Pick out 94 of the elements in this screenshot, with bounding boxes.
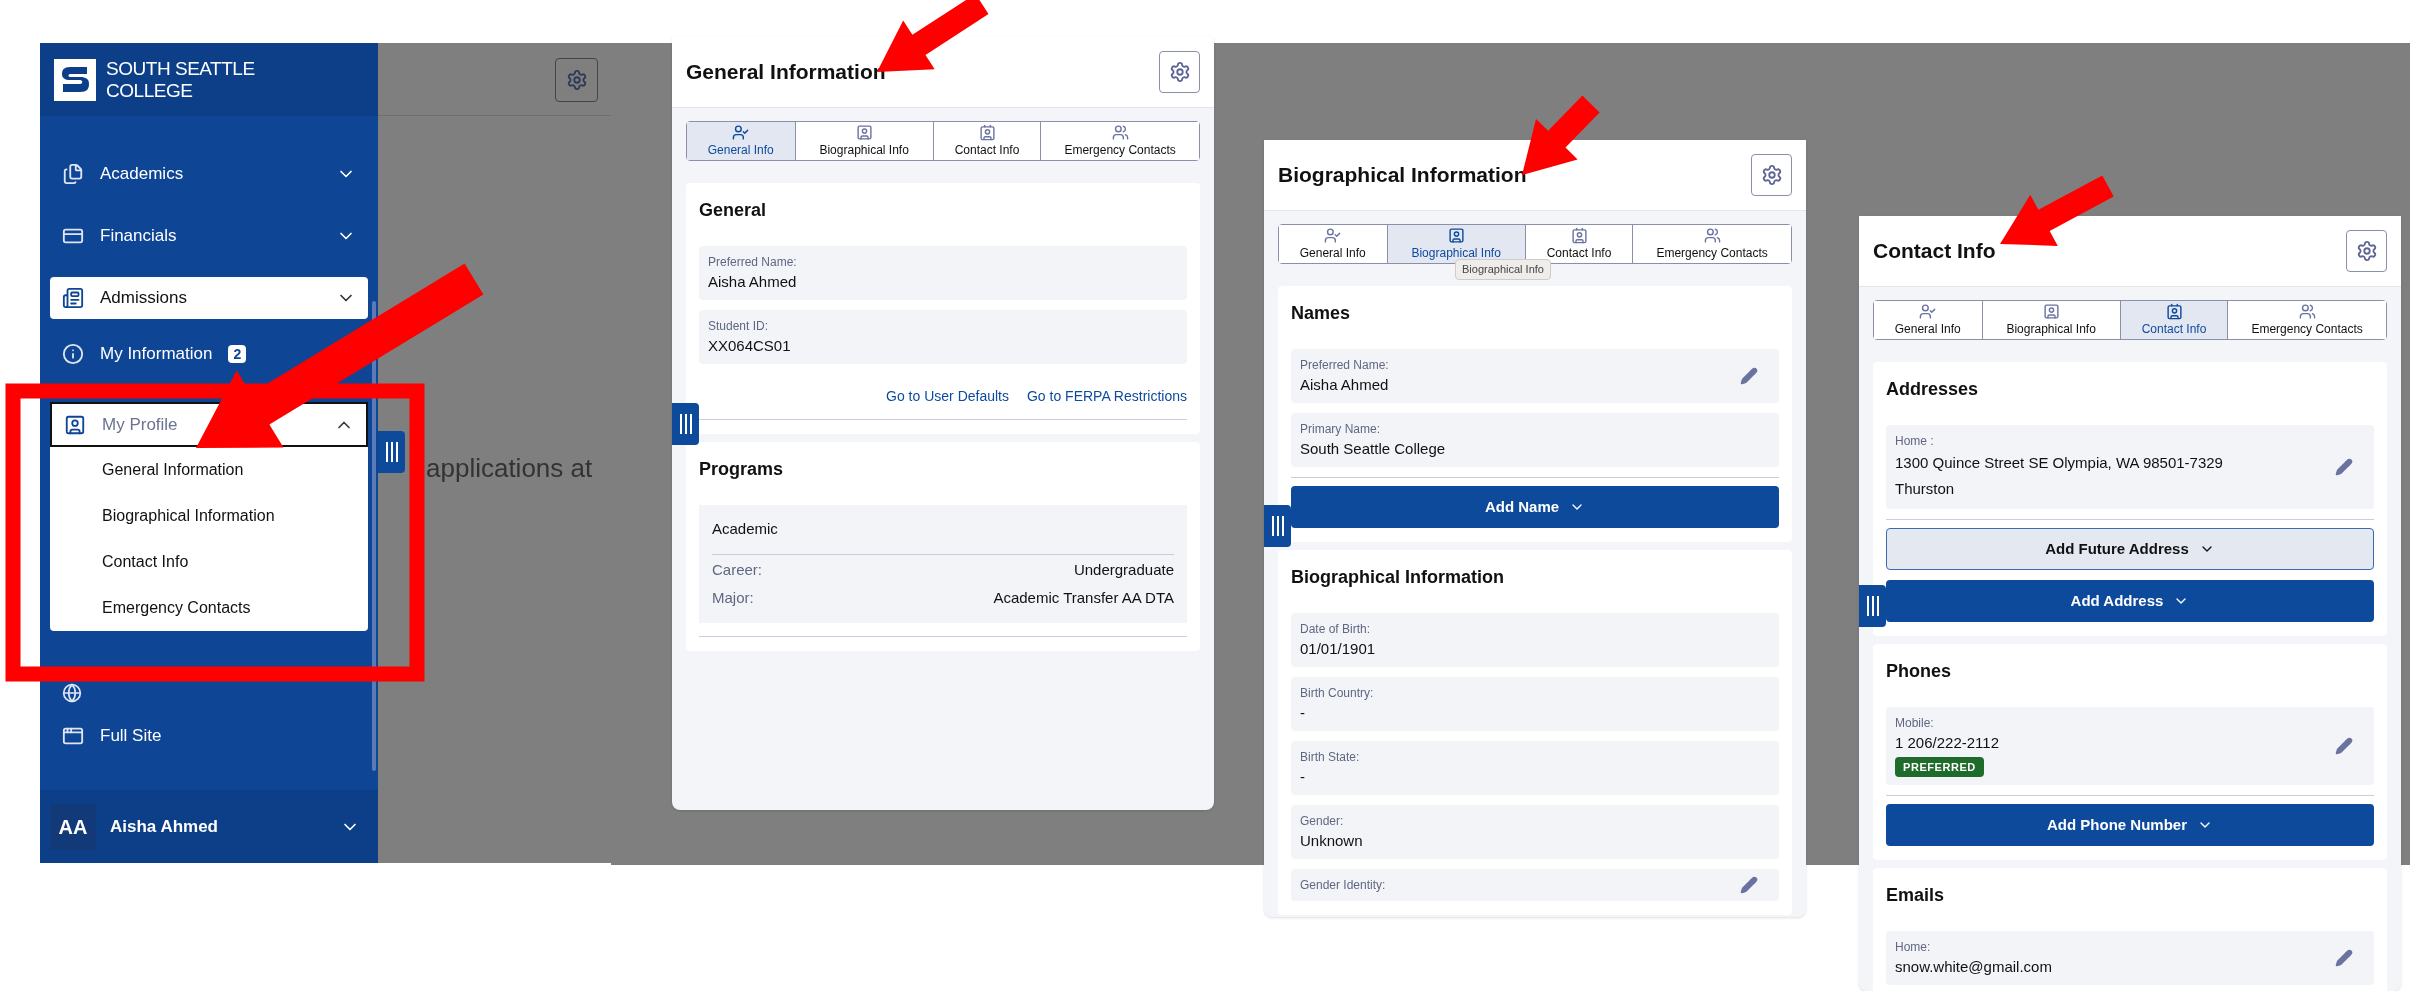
panel-handle[interactable] [1264, 505, 1291, 547]
tab[interactable]: Emergency Contacts [1632, 225, 1791, 263]
section-heading: Biographical Information [1291, 566, 1505, 589]
tab[interactable]: Emergency Contacts [2227, 301, 2386, 339]
tab[interactable]: General Info [1874, 301, 1982, 339]
contact-card-icon [2165, 303, 2183, 320]
edit-icon[interactable] [1740, 876, 1758, 894]
section-heading: Names [1291, 302, 1352, 325]
profile-icon [855, 124, 873, 141]
tab[interactable]: General Info [1279, 225, 1387, 263]
submenu-item[interactable]: Contact Info [50, 539, 368, 585]
tab[interactable]: Biographical Info [1386, 225, 1525, 263]
info-field: Home: snow.white@gmail.com [1886, 931, 2374, 985]
avatar: AA [50, 803, 96, 850]
contact-card-icon [1570, 227, 1588, 244]
section-heading: Programs [699, 458, 785, 481]
info-field: Student ID: XX064CS01 [699, 310, 1187, 364]
add-button[interactable]: Add Name [1291, 486, 1779, 528]
page-text: applications at [426, 452, 593, 485]
submenu-item[interactable]: Biographical Information [50, 493, 368, 539]
panel-title: General Information [686, 59, 886, 86]
add-button[interactable]: Add Address [1886, 580, 2374, 622]
profile-icon [64, 413, 86, 436]
user-check-icon [1919, 303, 1937, 320]
edit-icon[interactable] [2335, 458, 2353, 476]
submenu-item[interactable]: General Information [50, 447, 368, 493]
user-check-icon [1324, 227, 1342, 244]
people-icon [1703, 227, 1721, 244]
settings-icon [1760, 164, 1783, 186]
nav-item[interactable]: Financials [50, 205, 368, 267]
documents-icon [62, 163, 84, 185]
info-field: Preferred Name: Aisha Ahmed [699, 246, 1187, 300]
contact-card-icon [978, 124, 996, 141]
college-logo-icon [54, 58, 96, 101]
count-badge: 2 [228, 345, 247, 363]
settings-button[interactable] [2346, 230, 2387, 272]
tab[interactable]: Biographical Info [1981, 301, 2120, 339]
settings-button[interactable] [555, 58, 598, 102]
tooltip: Biographical Info [1455, 259, 1551, 280]
panel-handle[interactable] [1859, 585, 1886, 627]
link[interactable]: Go to FERPA Restrictions [1027, 386, 1187, 407]
globe-icon [62, 683, 82, 703]
add-button[interactable]: Add Phone Number [1886, 804, 2374, 846]
profile-icon [1447, 227, 1465, 244]
section-heading: Phones [1886, 660, 1952, 683]
scrollbar[interactable] [372, 301, 376, 771]
settings-icon [1168, 61, 1191, 83]
window-icon [62, 725, 84, 747]
tab[interactable]: Biographical Info [794, 122, 933, 160]
info-field: Gender: Unknown [1291, 805, 1779, 859]
info-field: Birth Country: - [1291, 677, 1779, 731]
info-field: Birth State: - [1291, 741, 1779, 795]
settings-icon [565, 69, 588, 91]
settings-icon [2355, 240, 2378, 262]
tab[interactable]: General Info [687, 122, 795, 160]
section-heading: Emails [1886, 884, 1946, 907]
people-icon [1111, 124, 1129, 141]
section-heading: Addresses [1886, 378, 1980, 401]
edit-icon[interactable] [2335, 949, 2353, 967]
profile-icon [2042, 303, 2060, 320]
panel-title: Biographical Information [1278, 162, 1527, 189]
edit-icon[interactable] [2335, 737, 2353, 755]
tab[interactable]: Contact Info [932, 122, 1041, 160]
link[interactable]: Go to User Defaults [886, 386, 1009, 407]
user-name: Aisha Ahmed [110, 815, 218, 838]
section-heading: General [699, 199, 768, 222]
college-name: SOUTH SEATTLE COLLEGE [106, 57, 255, 102]
info-field: Date of Birth: 01/01/1901 [1291, 613, 1779, 667]
settings-button[interactable] [1159, 51, 1200, 93]
edit-icon[interactable] [1740, 367, 1758, 385]
nav-item[interactable]: Admissions [50, 277, 368, 319]
info-field: Preferred Name: Aisha Ahmed [1291, 349, 1779, 403]
settings-button[interactable] [1751, 154, 1792, 196]
add-button[interactable]: Add Future Address [1886, 528, 2374, 570]
panel-handle[interactable] [378, 431, 405, 473]
info-icon [62, 343, 84, 365]
tab[interactable]: Contact Info [1524, 225, 1633, 263]
submenu-item[interactable]: Emergency Contacts [50, 585, 368, 631]
info-field: Mobile: 1 206/222-2112 PREFERRED [1886, 707, 2374, 785]
info-field: Gender Identity: [1291, 869, 1779, 901]
panel-handle[interactable] [672, 403, 699, 445]
status-badge: PREFERRED [1895, 757, 1984, 777]
tab[interactable]: Contact Info [2119, 301, 2228, 339]
people-icon [2298, 303, 2316, 320]
nav-item[interactable]: Academics [50, 143, 368, 205]
info-field: Home : 1300 Quince Street SE Olympia, WA 98501-7329 Thurston [1886, 425, 2374, 509]
nav-item[interactable]: Full Site [50, 705, 368, 767]
nav-item[interactable]: My Information 2 [50, 329, 251, 379]
newspaper-icon [62, 287, 84, 309]
user-check-icon [732, 124, 750, 141]
info-field: Primary Name: South Seattle College [1291, 413, 1779, 467]
panel-title: Contact Info [1873, 238, 1996, 265]
tab[interactable]: Emergency Contacts [1040, 122, 1199, 160]
program-card: Academic Career: Undergraduate Major: Academic Transfer AA DTA [699, 505, 1187, 623]
